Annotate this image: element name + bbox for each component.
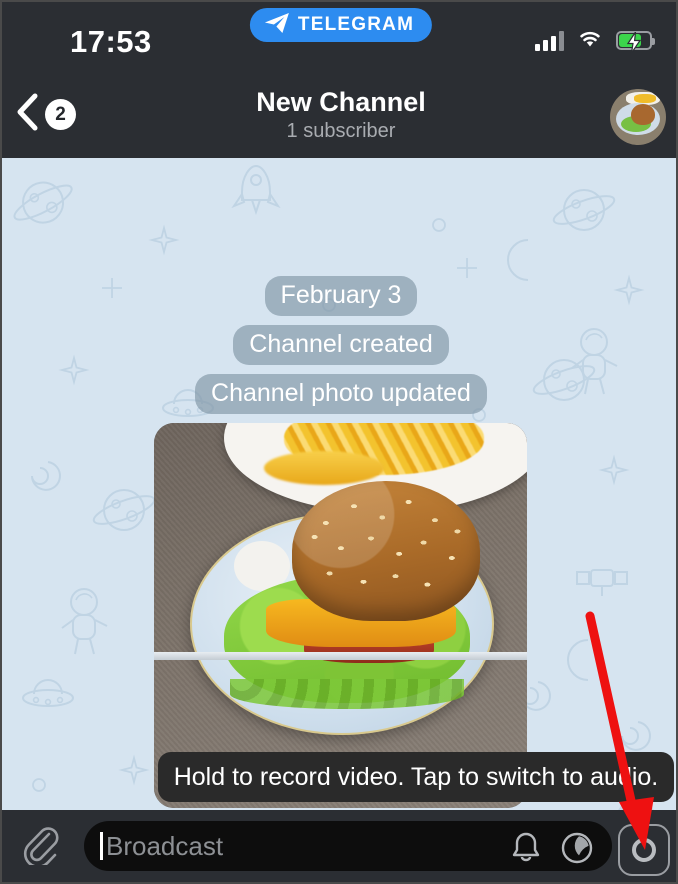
cellular-signal-icon (535, 30, 564, 51)
telegram-channel-screen: 17:53 TELEGRAM 2 New Channel 1 subscribe… (0, 0, 678, 884)
video-message-camera-icon[interactable] (618, 824, 670, 876)
service-message-photo-updated[interactable]: Channel photo updated (195, 374, 487, 414)
sticker-circle-icon[interactable] (560, 831, 594, 870)
wifi-icon (577, 28, 603, 53)
service-message-created[interactable]: Channel created (233, 325, 449, 365)
channel-avatar[interactable] (610, 89, 666, 145)
status-bar: 17:53 TELEGRAM (2, 2, 676, 74)
status-time: 17:53 (70, 24, 152, 59)
attach-button[interactable] (18, 824, 64, 870)
photo-sesame-seeds (292, 481, 480, 621)
text-caret (100, 832, 103, 860)
channel-title: New Channel (256, 87, 426, 117)
subscriber-count: 1 subscriber (286, 120, 396, 142)
camera-ring (632, 838, 656, 862)
message-placeholder: Broadcast (106, 830, 224, 861)
back-button[interactable]: 2 (14, 92, 76, 137)
photo-bottom-edge (154, 652, 527, 660)
record-hint-tooltip: Hold to record video. Tap to switch to a… (158, 752, 674, 802)
unread-count-badge: 2 (45, 99, 76, 130)
battery-charging-icon (616, 31, 655, 54)
telegram-brand-label: TELEGRAM (297, 14, 415, 35)
service-message-date[interactable]: February 3 (264, 276, 418, 316)
photo-bun (292, 481, 480, 621)
photo-message[interactable] (154, 423, 527, 808)
chevron-left-icon (14, 92, 40, 137)
service-message-list: February 3 Channel created Channel photo… (2, 276, 676, 414)
chat-message-area[interactable]: February 3 Channel created Channel photo… (2, 158, 676, 814)
message-input-field[interactable]: Broadcast (84, 821, 612, 871)
tooltip-text: Hold to record video. Tap to switch to a… (173, 763, 659, 791)
avatar-bun (631, 104, 655, 125)
photo-fries-lower (264, 451, 384, 485)
paper-plane-icon (264, 12, 290, 39)
paperclip-icon (22, 825, 60, 870)
input-field-icons (510, 831, 594, 870)
bell-icon[interactable] (510, 831, 542, 870)
chat-title-block: New Channel 1 subscriber (2, 86, 676, 144)
telegram-brand-pill[interactable]: TELEGRAM (249, 8, 433, 42)
message-input-bar: Broadcast (2, 810, 676, 882)
status-indicators (535, 28, 655, 54)
chat-header: 2 New Channel 1 subscriber (2, 74, 676, 158)
